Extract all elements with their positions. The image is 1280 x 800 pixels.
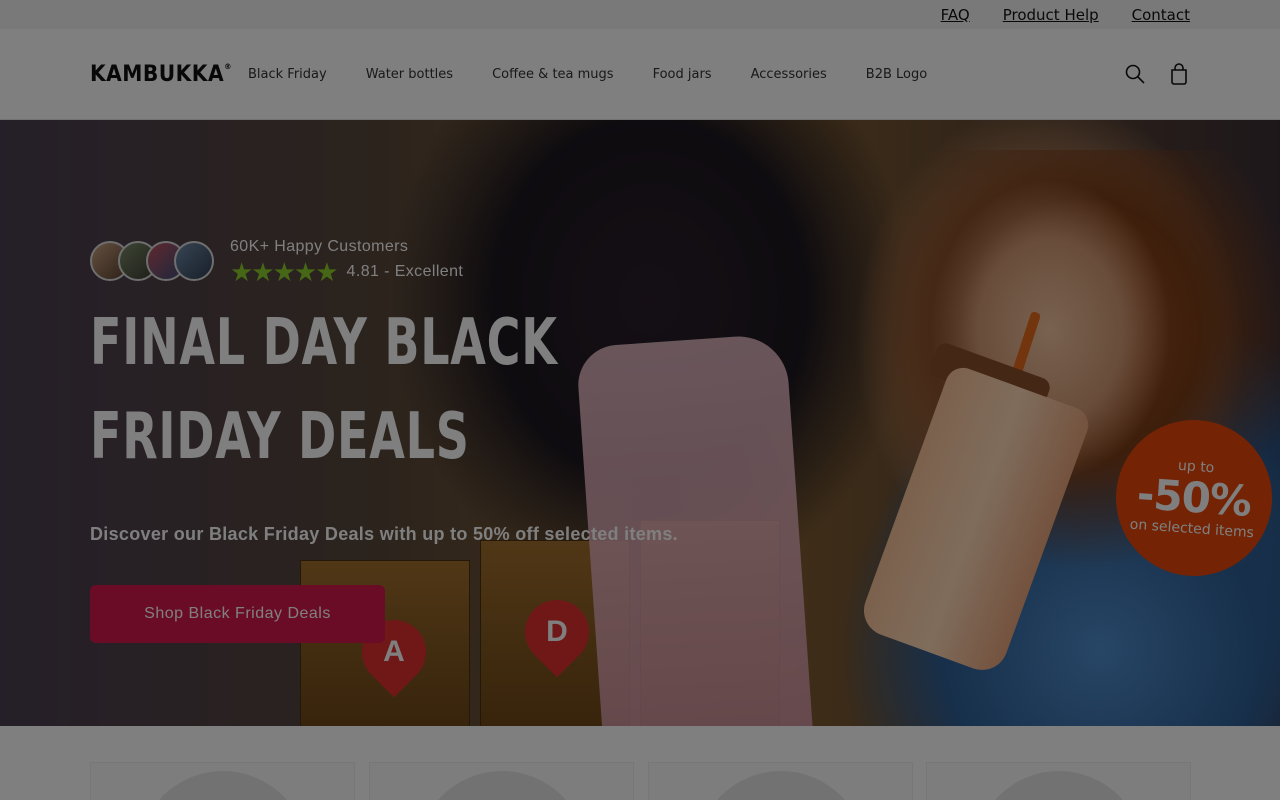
header-icons (1124, 63, 1190, 85)
logo[interactable]: KAMBUKKA® (90, 62, 235, 87)
nav-b2b-logo[interactable]: B2B Logo (866, 67, 927, 82)
contact-link[interactable]: Contact (1132, 6, 1190, 24)
social-proof-text: 60K+ Happy Customers ★★★★★ 4.81 - Excell… (230, 238, 464, 287)
customer-avatars (90, 241, 214, 281)
search-icon[interactable] (1124, 63, 1146, 85)
star-rating-icon: ★★★★★ (230, 257, 339, 287)
faq-link[interactable]: FAQ (941, 6, 970, 24)
nav-black-friday[interactable]: Black Friday (248, 67, 327, 82)
product-card[interactable] (369, 762, 634, 800)
main-nav: Black Friday Water bottles Coffee & tea … (248, 67, 927, 82)
product-cards-row (0, 726, 1280, 800)
rating-row: ★★★★★ 4.81 - Excellent (230, 257, 464, 287)
hero-content: 60K+ Happy Customers ★★★★★ 4.81 - Excell… (90, 238, 790, 643)
nav-coffee-tea-mugs[interactable]: Coffee & tea mugs (492, 67, 614, 82)
hero-banner: A D up to -50% on selected items 60K+ Ha… (0, 120, 1280, 726)
product-help-link[interactable]: Product Help (1003, 6, 1099, 24)
nav-accessories[interactable]: Accessories (751, 67, 827, 82)
badge-discount: -50% (1135, 469, 1253, 526)
cart-icon[interactable] (1168, 63, 1190, 85)
product-card[interactable] (926, 762, 1191, 800)
nav-water-bottles[interactable]: Water bottles (366, 67, 453, 82)
logo-registered-mark: ® (224, 61, 232, 71)
avatar (174, 241, 214, 281)
product-card[interactable] (648, 762, 913, 800)
hero-headline: FINAL DAY BLACK FRIDAY DEALS (90, 306, 558, 474)
hero-subtext: Discover our Black Friday Deals with up … (90, 524, 678, 544)
site-header: KAMBUKKA® Black Friday Water bottles Cof… (0, 29, 1280, 120)
nav-food-jars[interactable]: Food jars (653, 67, 712, 82)
social-proof: 60K+ Happy Customers ★★★★★ 4.81 - Excell… (90, 238, 790, 287)
product-card[interactable] (90, 762, 355, 800)
shop-black-friday-button[interactable]: Shop Black Friday Deals (90, 585, 385, 643)
logo-text: KAMBUKKA (90, 61, 225, 87)
utility-bar: FAQ Product Help Contact (0, 0, 1280, 29)
happy-customers-text: 60K+ Happy Customers (230, 238, 409, 255)
rating-text: 4.81 - Excellent (346, 263, 464, 280)
